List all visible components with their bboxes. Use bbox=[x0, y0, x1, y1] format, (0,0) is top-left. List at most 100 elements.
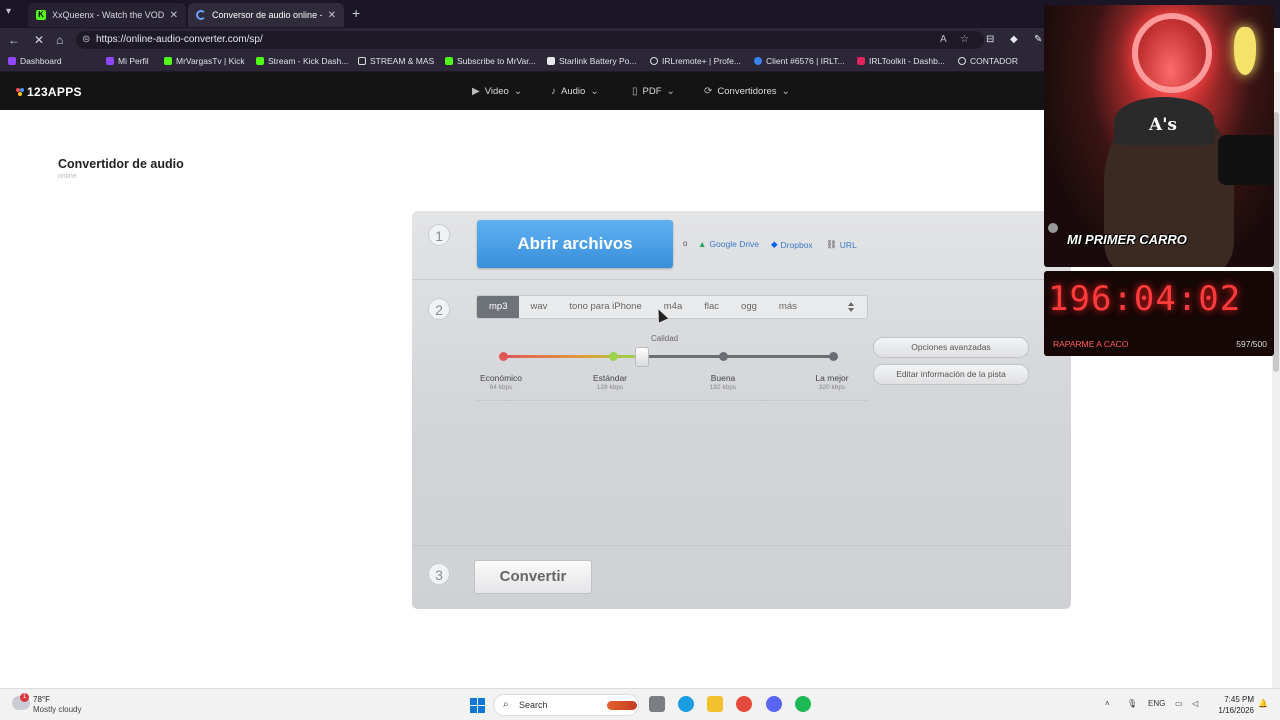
search-icon: ⌕ bbox=[503, 699, 509, 710]
folder-icon bbox=[358, 57, 366, 65]
read-aloud-icon[interactable]: A bbox=[940, 34, 947, 45]
bookmark-label: Dashboard bbox=[20, 56, 62, 66]
home-icon[interactable]: ⌂ bbox=[56, 33, 63, 47]
step-divider bbox=[412, 545, 1071, 546]
select-arrows-icon[interactable] bbox=[845, 296, 857, 318]
chevron-down-icon: ⌄ bbox=[666, 86, 675, 97]
spotify-icon[interactable] bbox=[795, 696, 811, 712]
menu-label: Audio bbox=[561, 86, 586, 97]
bookmark-irltoolkit[interactable]: IRLToolkit - Dashb... bbox=[857, 56, 945, 66]
bookmark-dashboard[interactable]: Dashboard bbox=[8, 56, 62, 66]
address-bar[interactable]: ⊜ https://online-audio-converter.com/sp/… bbox=[76, 31, 984, 49]
bookmark-starlink[interactable]: Starlink Battery Po... bbox=[547, 56, 636, 66]
stop-loading-icon[interactable]: ✕ bbox=[34, 33, 44, 47]
bookmark-mi-perfil[interactable]: Mi Perfil bbox=[106, 56, 149, 66]
url-text: https://online-audio-converter.com/sp/ bbox=[96, 34, 263, 45]
quality-stop-economico[interactable] bbox=[499, 352, 508, 361]
tray-overflow-chevron-icon[interactable]: ˄ bbox=[1105, 699, 1110, 708]
format-ogg[interactable]: ogg bbox=[730, 296, 768, 318]
neon-sign-graphic bbox=[1132, 13, 1212, 93]
bookmark-label: CONTADOR bbox=[970, 56, 1019, 66]
format-flac[interactable]: flac bbox=[693, 296, 730, 318]
quality-slider-thumb[interactable] bbox=[635, 347, 649, 367]
chevron-down-icon: ⌄ bbox=[590, 86, 599, 97]
dropbox-icon: ◆ bbox=[771, 239, 778, 249]
screen: ▾ K XxQueenx - Watch the VOD on Ki ✕ Con… bbox=[0, 0, 1280, 720]
format-mp3[interactable]: mp3 bbox=[477, 296, 520, 318]
url-link[interactable]: ⛓ URL bbox=[826, 239, 857, 250]
bookmark-irlremote[interactable]: IRLremote+ | Profe... bbox=[650, 56, 741, 66]
language-indicator[interactable]: ENG bbox=[1148, 699, 1165, 708]
discord-icon[interactable] bbox=[766, 696, 782, 712]
menu-pdf[interactable]: ▯ PDF ⌄ bbox=[632, 86, 675, 97]
google-drive-link[interactable]: ▲ Google Drive bbox=[698, 239, 759, 249]
task-view-icon[interactable] bbox=[649, 696, 665, 712]
tab-audio-converter[interactable]: Conversor de audio online - Conv ✕ bbox=[188, 3, 344, 27]
quality-stop-buena[interactable] bbox=[719, 352, 728, 361]
close-tab-icon[interactable]: ✕ bbox=[170, 10, 178, 21]
dropbox-link[interactable]: ◆ Dropbox bbox=[771, 239, 813, 250]
bookmark-stream-mas[interactable]: STREAM & MAS bbox=[358, 56, 434, 66]
site-logo[interactable]: 123APPS bbox=[16, 85, 82, 99]
advanced-options-button[interactable]: Opciones avanzadas bbox=[873, 337, 1029, 358]
back-arrow-icon[interactable]: ← bbox=[8, 33, 20, 47]
search-label: Search bbox=[519, 700, 548, 710]
open-files-button[interactable]: Abrir archivos bbox=[477, 220, 673, 268]
menu-convertidores[interactable]: ⟳ Convertidores ⌄ bbox=[704, 86, 790, 97]
quality-stop-estandar[interactable] bbox=[609, 352, 618, 361]
new-tab-plus-icon[interactable]: + bbox=[352, 5, 360, 21]
close-tab-icon[interactable]: ✕ bbox=[328, 10, 336, 21]
menu-audio[interactable]: ♪ Audio ⌄ bbox=[551, 86, 599, 97]
notification-bell-icon[interactable]: 🔔 bbox=[1258, 699, 1268, 708]
quality-level-bitrate: 128 kbps bbox=[596, 384, 624, 391]
timer-digits: 196:04:02 bbox=[1048, 279, 1242, 319]
chevron-down-icon: ⌄ bbox=[781, 86, 790, 97]
tab-kick-vod[interactable]: K XxQueenx - Watch the VOD on Ki ✕ bbox=[28, 3, 186, 27]
quality-stop-la-mejor[interactable] bbox=[829, 352, 838, 361]
volume-icon[interactable]: ◁ bbox=[1192, 699, 1198, 708]
video-icon: ▶ bbox=[472, 86, 480, 97]
quality-level-name: Económico bbox=[479, 373, 523, 383]
bookmark-contador[interactable]: CONTADOR bbox=[958, 56, 1018, 66]
microphone-icon[interactable]: 🎙 bbox=[1127, 699, 1137, 708]
clock-time: 7:45 PM bbox=[1224, 695, 1254, 704]
bookmark-client[interactable]: Client #6576 | IRLT... bbox=[754, 56, 845, 66]
quality-slider-track[interactable] bbox=[503, 355, 833, 358]
bookmark-icon bbox=[547, 57, 555, 65]
weather-temperature[interactable]: 78°F bbox=[33, 695, 50, 704]
edit-track-info-button[interactable]: Editar información de la pista bbox=[873, 364, 1029, 385]
extension-pen-icon[interactable]: ✎ bbox=[1034, 34, 1042, 45]
site-info-icon[interactable]: ⊜ bbox=[82, 34, 90, 45]
network-icon[interactable]: ▭ bbox=[1175, 699, 1183, 708]
windows-start-icon[interactable] bbox=[470, 698, 485, 713]
microphone-graphic bbox=[1218, 135, 1274, 185]
bookmark-subscribe[interactable]: Subscribe to MrVar... bbox=[445, 56, 536, 66]
tab-title: XxQueenx - Watch the VOD on Ki bbox=[52, 10, 164, 20]
extension-diamond-icon[interactable]: ◆ bbox=[1010, 34, 1018, 45]
favorite-star-icon[interactable]: ☆ bbox=[960, 34, 969, 45]
menu-label: PDF bbox=[642, 86, 662, 97]
format-wav[interactable]: wav bbox=[519, 296, 558, 318]
taskbar-search-box[interactable]: ⌕ Search bbox=[493, 694, 639, 716]
file-explorer-icon[interactable] bbox=[707, 696, 723, 712]
bookmark-stream-kick[interactable]: Stream - Kick Dash... bbox=[256, 56, 348, 66]
quality-level-name: Buena bbox=[710, 373, 736, 383]
system-clock[interactable]: 7:45 PM 1/16/2026 bbox=[1212, 694, 1254, 716]
document-icon: ▯ bbox=[632, 86, 638, 97]
weather-description[interactable]: Mostly cloudy bbox=[33, 705, 81, 714]
webcam-overlay: A's MI PRIMER CARRO bbox=[1044, 5, 1274, 267]
edge-browser-icon[interactable] bbox=[678, 696, 694, 712]
link-icon: ⛓ bbox=[826, 239, 837, 249]
extension-grid-icon[interactable]: ⊟ bbox=[986, 34, 994, 45]
tab-list-chevron-icon[interactable]: ▾ bbox=[6, 6, 20, 20]
bookmark-label: Starlink Battery Po... bbox=[559, 56, 637, 66]
menu-video[interactable]: ▶ Video ⌄ bbox=[472, 86, 522, 97]
kick-icon bbox=[256, 57, 264, 65]
chrome-browser-icon[interactable] bbox=[736, 696, 752, 712]
bookmark-mrvargastv-kick[interactable]: MrVargasTv | Kick bbox=[164, 56, 245, 66]
convert-button[interactable]: Convertir bbox=[474, 560, 592, 594]
format-iphone-ringtone[interactable]: tono para iPhone bbox=[558, 296, 652, 318]
weather-notification-badge: 1 bbox=[20, 693, 29, 702]
format-more[interactable]: más bbox=[768, 296, 808, 318]
bookmark-label: MrVargasTv | Kick bbox=[176, 56, 245, 66]
